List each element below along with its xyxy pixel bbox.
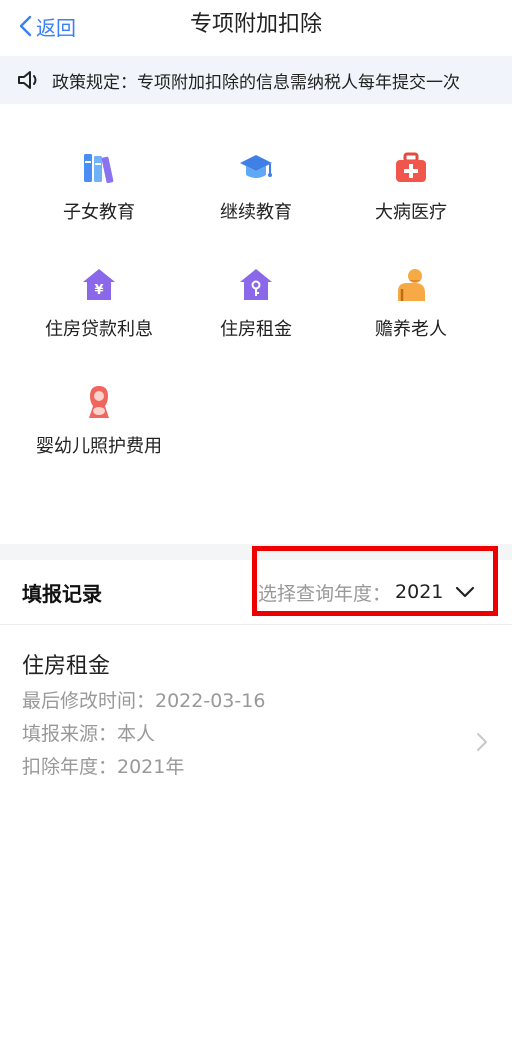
records-title: 填报记录 bbox=[22, 582, 102, 606]
category-label: 子女教育 bbox=[63, 202, 135, 223]
record-source: 填报来源：本人 bbox=[22, 723, 156, 745]
record-item[interactable]: 住房租金 最后修改时间：2022-03-16 填报来源：本人 扣除年度：2021… bbox=[0, 626, 512, 786]
category-elderly-support[interactable]: 赡养老人 bbox=[331, 267, 491, 341]
mother-baby-icon bbox=[89, 386, 109, 418]
graduation-cap-icon bbox=[240, 155, 272, 178]
chevron-right-icon bbox=[477, 733, 487, 751]
category-label: 住房贷款利息 bbox=[45, 319, 153, 340]
category-housing-loan-interest[interactable]: ¥ 住房贷款利息 bbox=[19, 267, 179, 341]
category-label: 婴幼儿照护费用 bbox=[36, 436, 162, 457]
category-infant-care[interactable]: 婴幼儿照护费用 bbox=[19, 384, 179, 458]
house-key-icon bbox=[240, 269, 272, 300]
category-label: 继续教育 bbox=[220, 202, 292, 223]
category-label: 住房租金 bbox=[220, 319, 292, 340]
record-name: 住房租金 bbox=[22, 654, 111, 679]
house-yen-icon: ¥ bbox=[83, 269, 115, 300]
category-serious-illness[interactable]: 大病医疗 bbox=[331, 150, 491, 224]
notice-text: 政策规定：专项附加扣除的信息需纳税人每年提交一次 bbox=[52, 72, 460, 93]
highlight-box bbox=[252, 546, 498, 616]
record-modified-time: 最后修改时间：2022-03-16 bbox=[22, 690, 266, 712]
category-housing-rent[interactable]: 住房租金 bbox=[176, 267, 336, 341]
category-label: 赡养老人 bbox=[375, 319, 447, 340]
category-grid: 子女教育 继续教育 大病医疗 ¥ 住房贷款利息 住房租金 赡养老人 婴幼儿照护费… bbox=[0, 104, 512, 544]
policy-notice: 政策规定：专项附加扣除的信息需纳税人每年提交一次 bbox=[0, 56, 512, 104]
elderly-person-icon bbox=[398, 269, 425, 301]
record-deduct-year: 扣除年度：2021年 bbox=[22, 756, 185, 778]
category-continuing-education[interactable]: 继续教育 bbox=[176, 150, 336, 224]
category-children-education[interactable]: 子女教育 bbox=[19, 150, 179, 224]
medical-kit-icon bbox=[396, 152, 426, 182]
category-label: 大病医疗 bbox=[375, 202, 447, 223]
navigation-bar: 返回 专项附加扣除 bbox=[0, 0, 512, 52]
svg-text:¥: ¥ bbox=[94, 283, 103, 298]
books-icon bbox=[84, 154, 114, 184]
page-title: 专项附加扣除 bbox=[189, 12, 322, 37]
speaker-icon bbox=[18, 71, 37, 89]
